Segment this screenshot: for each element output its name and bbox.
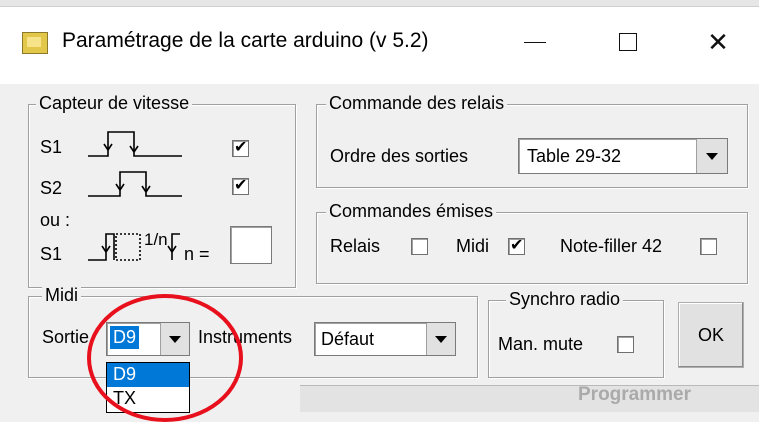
man-mute-label: Man. mute (498, 334, 584, 354)
background-window: Programmer (300, 384, 759, 412)
maximize-icon (619, 33, 637, 51)
fraction-label: 1/n (144, 230, 168, 249)
ordre-select[interactable]: Table 29-32 (518, 138, 728, 174)
relais-emis-label: Relais (330, 236, 381, 256)
ok-label: OK (697, 324, 724, 345)
minimize-icon (524, 41, 546, 43)
chevron-down-icon (706, 152, 718, 160)
relais-title: Commande des relais (326, 93, 508, 114)
synchro-title: Synchro radio (506, 289, 624, 310)
ou-label: ou : (40, 210, 71, 230)
ok-button[interactable]: OK (678, 302, 744, 368)
programmer-partial: Programmer (578, 384, 691, 405)
annotation-circle (87, 294, 243, 422)
n-input[interactable] (230, 226, 272, 264)
s1-waveform-icon (88, 131, 182, 157)
s2-checkbox[interactable] (232, 175, 249, 195)
midi-title: Midi (42, 285, 82, 306)
midi-emis-checkbox[interactable] (508, 235, 525, 255)
ordre-value: Table 29-32 (527, 146, 622, 166)
instruments-dropdown-button[interactable] (426, 323, 455, 355)
divider-waveform-icon (88, 233, 180, 261)
app-icon (22, 32, 48, 54)
s1b-label: S1 (40, 244, 63, 264)
ordre-label: Ordre des sorties (330, 146, 469, 166)
notefiller-label: Note-filler 42 (560, 236, 663, 256)
instruments-value: Défaut (321, 329, 375, 349)
maximize-button[interactable] (598, 22, 658, 62)
sortie-label: Sortie (42, 327, 90, 347)
man-mute-checkbox[interactable] (617, 336, 634, 353)
minimize-button[interactable] (505, 22, 565, 62)
capteur-title: Capteur de vitesse (36, 93, 193, 114)
instruments-select[interactable]: Défaut (314, 322, 456, 356)
s1-label: S1 (40, 137, 63, 157)
chevron-down-icon (435, 335, 447, 343)
close-icon: ✕ (707, 26, 729, 57)
notefiller-checkbox[interactable] (700, 238, 717, 255)
s2-waveform-icon (88, 171, 182, 197)
group-emises (316, 212, 748, 284)
emises-title: Commandes émises (326, 201, 497, 222)
s1-checkbox[interactable] (232, 137, 249, 157)
s2-label: S2 (40, 178, 63, 198)
close-button[interactable]: ✕ (688, 22, 748, 62)
window-title: Paramétrage de la carte arduino (v 5.2) (62, 29, 429, 52)
top-edge (0, 0, 759, 7)
n-label: n = (184, 244, 210, 264)
midi-emis-label: Midi (456, 236, 490, 256)
ordre-dropdown-button[interactable] (696, 139, 727, 173)
relais-emis-checkbox[interactable] (411, 238, 428, 255)
